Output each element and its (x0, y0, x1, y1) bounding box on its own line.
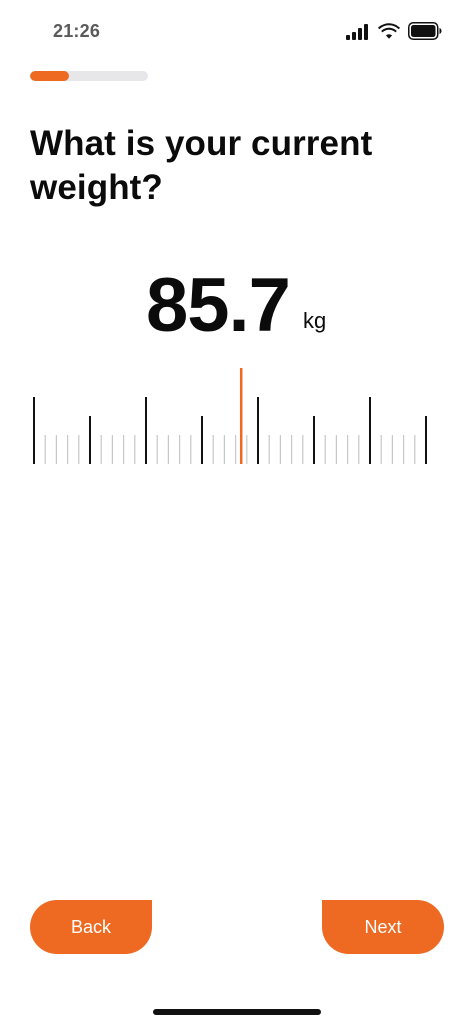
signal-icon (346, 24, 368, 40)
status-time: 21:26 (53, 21, 101, 41)
weight-ruler-slider[interactable] (0, 360, 474, 470)
weight-unit: kg (303, 308, 327, 333)
page-title: What is your current weight? (30, 124, 373, 207)
weight-readout: 85.7 kg (0, 262, 474, 352)
next-button[interactable]: Next (322, 900, 444, 954)
home-indicator (153, 1009, 321, 1015)
back-button[interactable]: Back (30, 900, 152, 954)
battery-icon (408, 22, 442, 40)
weight-value: 85.7 (146, 263, 291, 348)
status-bar: 21:26 (0, 0, 474, 64)
wifi-icon (378, 23, 400, 39)
onboarding-progress-bar (30, 71, 148, 81)
progress-fill (30, 71, 69, 81)
